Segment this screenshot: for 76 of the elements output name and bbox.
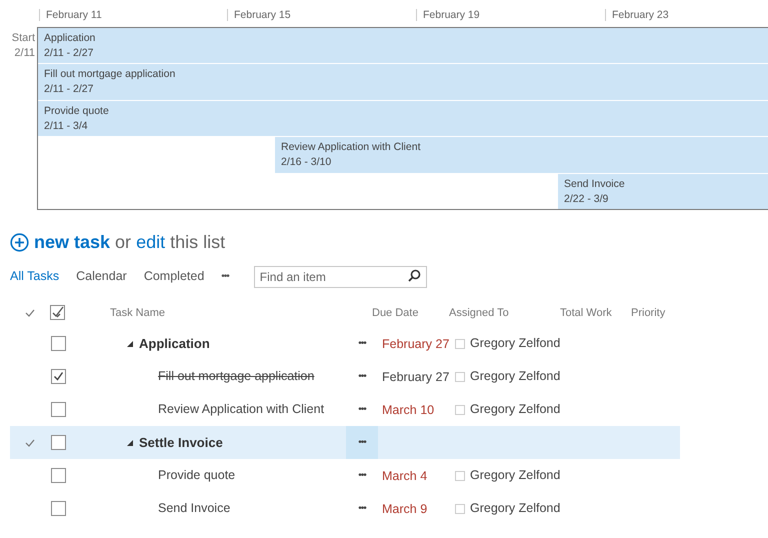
bar-title: Send Invoice (564, 176, 626, 192)
more-actions-button[interactable]: ••• (346, 459, 378, 492)
task-name[interactable]: Provide quote (158, 466, 236, 485)
checkbox[interactable] (51, 336, 66, 351)
timeline-date-label: February 23 (605, 9, 669, 21)
bar-dates: 2/11 - 2/27 (44, 46, 94, 61)
task-name[interactable]: Send Invoice (158, 499, 230, 518)
new-task-link[interactable]: new task (34, 229, 110, 256)
view-tab[interactable]: Completed (144, 266, 204, 286)
bar-title: Application (44, 31, 96, 46)
column-header[interactable]: Due Date (372, 304, 449, 322)
checkbox[interactable] (51, 435, 66, 450)
assignee-name[interactable]: Gregory Zelfond (470, 334, 560, 353)
bar-dates: 2/16 - 3/10 (281, 155, 332, 170)
more-actions-button[interactable]: ••• (346, 426, 378, 459)
collapse-triangle-icon[interactable] (127, 340, 133, 346)
timeline-bar[interactable]: Review Application with Client 2/16 - 3/10 (275, 137, 768, 173)
search-icon[interactable] (408, 269, 421, 282)
collapse-triangle-icon[interactable] (127, 440, 133, 446)
task-name[interactable]: Application (139, 334, 210, 354)
list-text: this list (170, 231, 226, 254)
or-text: or (115, 231, 132, 254)
timeline-bar[interactable]: Send Invoice 2/22 - 3/9 (558, 174, 768, 209)
more-actions-button[interactable]: ••• (346, 492, 378, 525)
timeline-date-label: February 19 (416, 9, 480, 21)
selected-row[interactable]: Settle Invoice ••• (10, 426, 680, 459)
assignee-name[interactable]: Gregory Zelfond (470, 367, 560, 386)
more-actions-button[interactable]: ••• (346, 393, 378, 426)
column-header[interactable]: Task Name (110, 304, 372, 322)
due-date: March 10 (382, 402, 434, 416)
due-date: March 9 (382, 502, 428, 516)
select-all-checkbox[interactable] (50, 305, 66, 321)
view-tab[interactable]: All Tasks (10, 266, 60, 286)
start-date: 2/11 (14, 46, 35, 61)
due-date: February 27 (382, 336, 450, 350)
column-header[interactable]: Total Work (560, 304, 631, 322)
task-name[interactable]: Fill out mortgage application (158, 367, 314, 386)
bar-title: Fill out mortgage application (44, 67, 176, 82)
timeline-bar[interactable]: Fill out mortgage application 2/11 - 2/27 (38, 64, 768, 100)
more-actions-button[interactable]: ••• (346, 327, 378, 360)
bar-dates: 2/22 - 3/9 (564, 192, 610, 207)
bar-dates: 2/11 - 3/4 (44, 118, 89, 134)
checkbox[interactable] (51, 369, 66, 384)
timeline-date-label: February 11 (39, 9, 102, 21)
due-date: February 27 (382, 370, 450, 384)
check-icon (25, 438, 35, 446)
presence-icon (455, 338, 465, 348)
presence-icon (455, 470, 465, 480)
task-name[interactable]: Review Application with Client (158, 400, 324, 419)
due-date: March 4 (382, 468, 428, 482)
column-header[interactable]: Priority (631, 304, 691, 322)
bar-title: Review Application with Client (281, 140, 422, 156)
presence-icon (455, 404, 465, 414)
column-header[interactable]: Assigned To (449, 304, 560, 322)
more-views-button[interactable]: ••• (221, 268, 229, 284)
assignee-name[interactable]: Gregory Zelfond (470, 400, 560, 419)
checkbox[interactable] (51, 402, 66, 417)
search-field[interactable]: Find an item (254, 266, 427, 288)
bar-title: Provide quote (44, 104, 110, 119)
presence-icon (455, 504, 465, 514)
checkbox[interactable] (51, 501, 66, 516)
assignee-name[interactable]: Gregory Zelfond (470, 499, 560, 518)
timeline-bar[interactable]: Provide quote 2/11 - 3/4 (38, 100, 768, 136)
task-name[interactable]: Settle Invoice (139, 432, 223, 452)
start-label: Start (12, 31, 35, 46)
edit-link[interactable]: edit (136, 229, 166, 256)
timeline-date-label: February 15 (227, 9, 291, 21)
add-icon[interactable] (10, 233, 29, 252)
presence-icon (455, 372, 465, 382)
checkbox[interactable] (51, 468, 66, 483)
assignee-name[interactable]: Gregory Zelfond (470, 466, 560, 485)
view-tab[interactable]: Calendar (76, 266, 127, 286)
more-actions-button[interactable]: ••• (346, 360, 378, 393)
timeline-bar[interactable]: Application 2/11 - 2/27 (38, 28, 768, 64)
bar-dates: 2/11 - 2/27 (44, 82, 94, 98)
check-icon (25, 309, 35, 317)
